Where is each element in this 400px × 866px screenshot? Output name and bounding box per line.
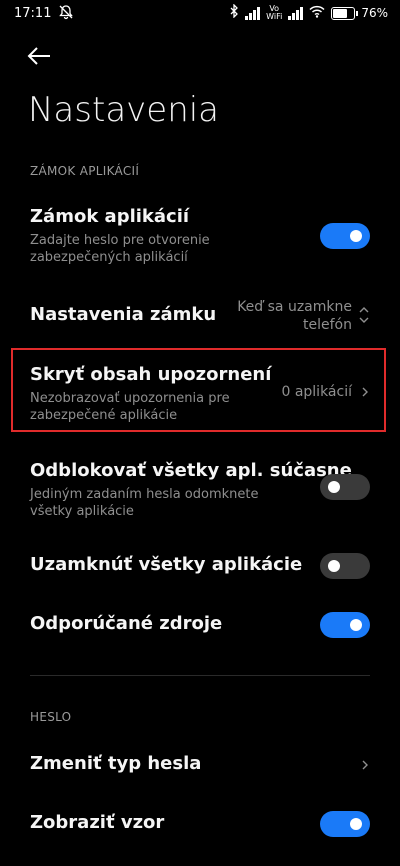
arrow-left-icon bbox=[27, 47, 50, 65]
show-pattern-row[interactable]: Zobraziť vzor bbox=[0, 803, 400, 845]
chevron-updown-icon bbox=[359, 307, 369, 323]
section-password: HESLO bbox=[30, 710, 72, 724]
divider bbox=[30, 675, 370, 676]
recommended-toggle[interactable] bbox=[320, 612, 370, 638]
status-bar: 17:11 Vo WiFi 76% bbox=[0, 0, 400, 28]
app-lock-row[interactable]: Zámok aplikácií Zadajte heslo pre otvore… bbox=[0, 196, 400, 272]
lock-all-title: Uzamknúť všetky aplikácie bbox=[30, 554, 303, 575]
vowifi-indicator: Vo WiFi bbox=[266, 4, 283, 21]
battery-percent: 76% bbox=[361, 6, 388, 20]
unlock-all-title: Odblokovať všetky apl. súčasne bbox=[30, 460, 352, 481]
back-button[interactable] bbox=[26, 44, 54, 68]
show-pattern-toggle[interactable] bbox=[320, 811, 370, 837]
wifi-icon bbox=[309, 5, 325, 22]
mute-icon bbox=[58, 4, 74, 24]
app-lock-title: Zámok aplikácií bbox=[30, 206, 190, 227]
status-time: 17:11 bbox=[14, 6, 52, 21]
chevron-right-icon bbox=[362, 387, 368, 397]
hide-notifications-subtitle: Nezobrazovať upozornenia pre zabezpečené… bbox=[30, 391, 230, 423]
lock-settings-value: Keď sa uzamkne telefón bbox=[237, 299, 352, 333]
show-pattern-title: Zobraziť vzor bbox=[30, 812, 165, 833]
change-password-type-title: Zmeniť typ hesla bbox=[30, 753, 202, 774]
unlock-all-subtitle: Jediným zadaním hesla odomknete všetky a… bbox=[30, 487, 259, 519]
recommended-title: Odporúčané zdroje bbox=[30, 613, 223, 634]
hide-notifications-row[interactable]: Skryť obsah upozornení Nezobrazovať upoz… bbox=[0, 352, 400, 430]
unlock-all-row[interactable]: Odblokovať všetky apl. súčasne Jediným z… bbox=[0, 450, 400, 526]
lock-all-row[interactable]: Uzamknúť všetky aplikácie bbox=[0, 545, 400, 587]
signal-2-icon bbox=[288, 6, 304, 20]
app-lock-subtitle: Zadajte heslo pre otvorenie zabezpečenýc… bbox=[30, 233, 210, 265]
signal-icon bbox=[245, 6, 261, 20]
lock-all-toggle[interactable] bbox=[320, 553, 370, 579]
bluetooth-icon bbox=[229, 3, 239, 22]
unlock-all-toggle[interactable] bbox=[320, 474, 370, 500]
change-password-type-row[interactable]: Zmeniť typ hesla bbox=[0, 744, 400, 786]
page-title: Nastavenia bbox=[28, 90, 220, 130]
hide-notifications-title: Skryť obsah upozornení bbox=[30, 364, 272, 385]
battery-icon bbox=[331, 6, 359, 20]
hide-notifications-value: 0 aplikácií bbox=[281, 384, 352, 400]
chevron-right-icon bbox=[362, 760, 368, 770]
lock-settings-row[interactable]: Nastavenia zámku Keď sa uzamkne telefón bbox=[0, 292, 400, 340]
section-app-lock: ZÁMOK APLIKÁCIÍ bbox=[30, 164, 140, 178]
app-lock-toggle[interactable] bbox=[320, 223, 370, 249]
lock-settings-title: Nastavenia zámku bbox=[30, 304, 217, 325]
recommended-row[interactable]: Odporúčané zdroje bbox=[0, 604, 400, 646]
